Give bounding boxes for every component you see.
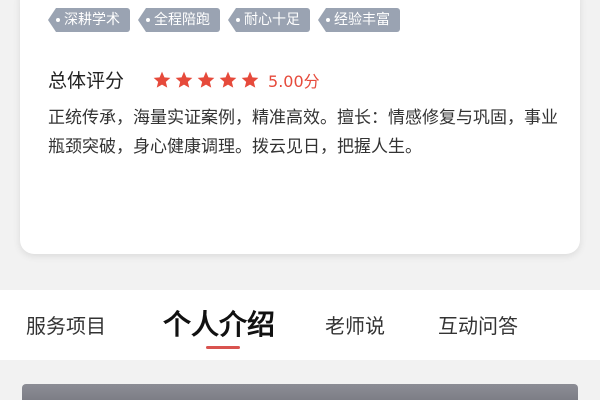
rating-score: 5.00分 <box>268 71 320 91</box>
tab-teacher-says[interactable]: 老师说 <box>325 310 385 339</box>
tab-services[interactable]: 服务项目 <box>26 310 106 339</box>
tag: 全程陪跑 <box>138 8 220 32</box>
tag: 耐心十足 <box>228 8 310 32</box>
intro-banner-image <box>22 384 578 400</box>
tag: 经验丰富 <box>318 8 400 32</box>
star-rating <box>152 70 260 90</box>
rating-label: 总体评分 <box>48 70 125 92</box>
tag-list: 深耕学术 全程陪跑 耐心十足 经验丰富 <box>48 8 400 32</box>
star-icon <box>241 71 259 88</box>
star-icon <box>197 71 215 88</box>
teacher-profile-card: 深耕学术 全程陪跑 耐心十足 经验丰富 总体评分 5.00分 正统传承，海量实证… <box>20 0 580 254</box>
active-tab-indicator <box>206 346 240 349</box>
tab-bar: 服务项目 个人介绍 老师说 互动问答 <box>0 290 600 360</box>
tab-qa[interactable]: 互动问答 <box>438 310 518 339</box>
tag: 深耕学术 <box>48 8 130 32</box>
star-icon <box>219 71 237 88</box>
overall-rating: 总体评分 5.00分 <box>48 66 320 93</box>
tab-personal-intro[interactable]: 个人介绍 <box>163 303 275 343</box>
teacher-intro-text: 正统传承，海量实证案例，精准高效。擅长：情感修复与巩固，事业瓶颈突破，身心健康调… <box>48 108 558 157</box>
screen: 深耕学术 全程陪跑 耐心十足 经验丰富 总体评分 5.00分 正统传承，海量实证… <box>0 0 600 400</box>
star-icon <box>153 71 171 88</box>
star-icon <box>175 71 193 88</box>
